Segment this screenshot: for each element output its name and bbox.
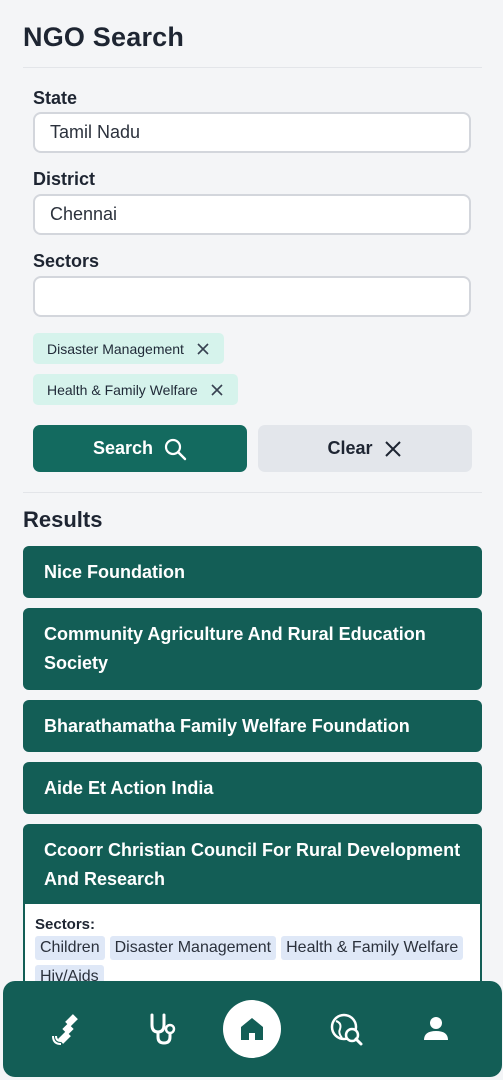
ngo-search-page: NGO Search State Tamil Nadu District Che… bbox=[0, 0, 503, 1080]
result-name: Aide Et Action India bbox=[44, 777, 214, 798]
satellite-icon bbox=[52, 1014, 78, 1045]
result-card[interactable]: Community Agriculture And Rural Educatio… bbox=[23, 608, 482, 690]
nav-profile[interactable] bbox=[406, 981, 466, 1077]
clear-button[interactable]: Clear bbox=[258, 425, 472, 472]
sectors-label: Sectors bbox=[33, 251, 100, 271]
nav-health[interactable] bbox=[131, 981, 191, 1077]
stethoscope-icon bbox=[150, 1013, 176, 1045]
clear-button-label: Clear bbox=[327, 438, 373, 458]
nav-explore[interactable] bbox=[316, 981, 376, 1077]
search-icon bbox=[164, 438, 187, 460]
close-icon[interactable] bbox=[210, 383, 224, 397]
result-name: Ccoorr Christian Council For Rural Devel… bbox=[44, 840, 461, 889]
sectors-field[interactable] bbox=[33, 276, 471, 317]
result-card[interactable]: Nice Foundation bbox=[23, 546, 482, 598]
nav-home[interactable] bbox=[223, 1000, 281, 1058]
sector-chip-label: Health & Family Welfare bbox=[47, 381, 198, 398]
result-card[interactable]: Aide Et Action India bbox=[23, 762, 482, 814]
result-name: Community Agriculture And Rural Educatio… bbox=[44, 624, 426, 673]
result-sectors-label: Sectors: bbox=[35, 916, 96, 933]
result-card-expanded[interactable]: Ccoorr Christian Council For Rural Devel… bbox=[23, 824, 482, 904]
sector-chip: Health & Family Welfare bbox=[33, 374, 238, 405]
result-card[interactable]: Bharathamatha Family Welfare Foundation bbox=[23, 700, 482, 752]
globe-search-icon bbox=[330, 1013, 363, 1046]
sector-tag: Children bbox=[35, 936, 105, 960]
state-field[interactable]: Tamil Nadu bbox=[33, 112, 471, 153]
sector-chip: Disaster Management bbox=[33, 333, 224, 364]
results-title: Results bbox=[23, 507, 103, 532]
sector-tag: Health & Family Welfare bbox=[281, 936, 464, 960]
close-icon bbox=[384, 440, 401, 457]
search-button[interactable]: Search bbox=[33, 425, 247, 472]
search-button-label: Search bbox=[92, 438, 154, 458]
result-name: Bharathamatha Family Welfare Foundation bbox=[44, 715, 410, 736]
sector-tag: Disaster Management bbox=[109, 936, 277, 960]
user-icon bbox=[424, 1017, 448, 1040]
sector-chip-label: Disaster Management bbox=[47, 340, 184, 357]
home-icon bbox=[241, 1018, 263, 1040]
state-label: State bbox=[33, 88, 78, 108]
district-field[interactable]: Chennai bbox=[33, 194, 471, 235]
header-divider bbox=[23, 67, 482, 68]
result-name: Nice Foundation bbox=[44, 561, 185, 582]
section-divider bbox=[23, 492, 482, 493]
close-icon[interactable] bbox=[196, 342, 210, 356]
bottom-nav bbox=[3, 981, 502, 1077]
page-title: NGO Search bbox=[23, 22, 185, 52]
nav-satellite[interactable] bbox=[38, 981, 98, 1077]
district-label: District bbox=[33, 169, 96, 189]
